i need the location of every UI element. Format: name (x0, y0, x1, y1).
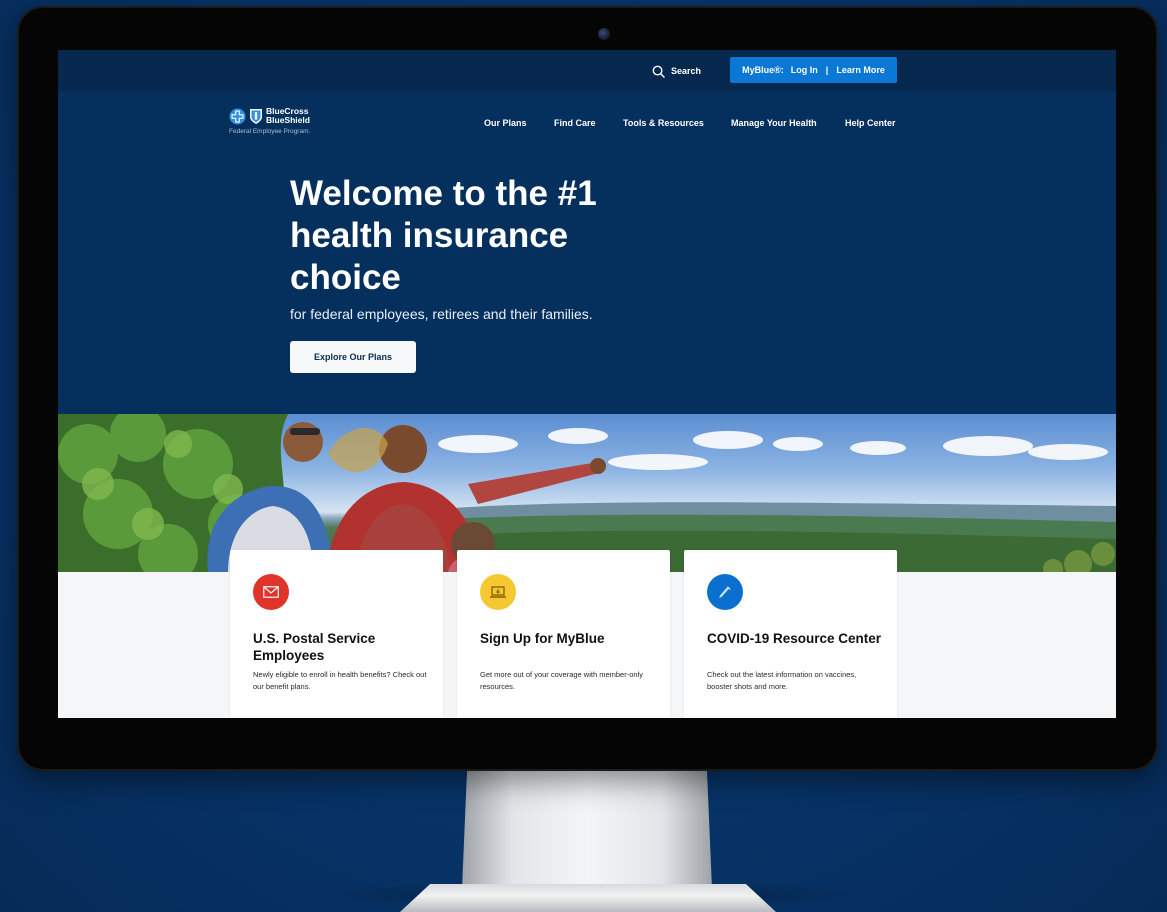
myblue-banner: MyBlue®: Log In | Learn More (730, 57, 897, 83)
landscape-illustration (58, 414, 1116, 572)
myblue-separator: | (825, 65, 829, 75)
card-title: COVID-19 Resource Center (707, 631, 882, 646)
search-button[interactable]: Search (652, 62, 701, 80)
blue-cross-icon (229, 108, 246, 125)
search-label: Search (671, 66, 702, 76)
blue-shield-icon (250, 109, 262, 124)
nav-find-care[interactable]: Find Care (554, 118, 596, 128)
card-description: Newly eligible to enroll in health benef… (253, 670, 427, 691)
card-sign-up-myblue[interactable]: Sign Up for MyBlue Get more out of your … (457, 550, 670, 718)
utility-bar: Search MyBlue®: Log In | Learn More (58, 50, 1116, 91)
nav-our-plans[interactable]: Our Plans (484, 118, 527, 128)
card-description: Get more out of your coverage with membe… (480, 670, 643, 691)
nav-help-center[interactable]: Help Center (845, 118, 896, 128)
search-icon (652, 65, 665, 78)
camera-icon (598, 28, 610, 40)
website-screen: Search MyBlue®: Log In | Learn More Blue… (58, 50, 1116, 718)
myblue-label: MyBlue®: (742, 65, 784, 75)
card-description: Check out the latest information on vacc… (707, 670, 857, 691)
syringe-icon (707, 574, 743, 610)
bcbs-logo[interactable]: BlueCross BlueShield Federal Employee Pr… (229, 107, 329, 137)
card-covid-resource-center[interactable]: COVID-19 Resource Center Check out the l… (684, 550, 897, 718)
card-title: Sign Up for MyBlue (480, 631, 605, 646)
envelope-icon (253, 574, 289, 610)
hero-photo (58, 414, 1116, 572)
logo-icons (229, 108, 263, 125)
nav-manage-your-health[interactable]: Manage Your Health (731, 118, 817, 128)
logo-line-2: BlueShield (266, 115, 310, 125)
hero-subtitle: for federal employees, retirees and thei… (290, 306, 593, 322)
laptop-icon (480, 574, 516, 610)
card-title: U.S. Postal Service Employees (253, 631, 376, 663)
nav-tools-resources[interactable]: Tools & Resources (623, 118, 704, 128)
learn-more-link[interactable]: Learn More (836, 65, 885, 75)
monitor-base (400, 884, 776, 912)
hero-section: BlueCross BlueShield Federal Employee Pr… (58, 91, 1116, 414)
monitor-stand (462, 771, 712, 889)
logo-wordmark: BlueCross BlueShield (266, 107, 310, 125)
hero-title: Welcome to the #1 health insurance choic… (290, 174, 597, 297)
explore-plans-button[interactable]: Explore Our Plans (290, 341, 416, 373)
login-link[interactable]: Log In (791, 65, 818, 75)
logo-tagline: Federal Employee Program. (229, 128, 311, 135)
card-postal-service[interactable]: U.S. Postal Service Employees Newly elig… (230, 550, 443, 718)
